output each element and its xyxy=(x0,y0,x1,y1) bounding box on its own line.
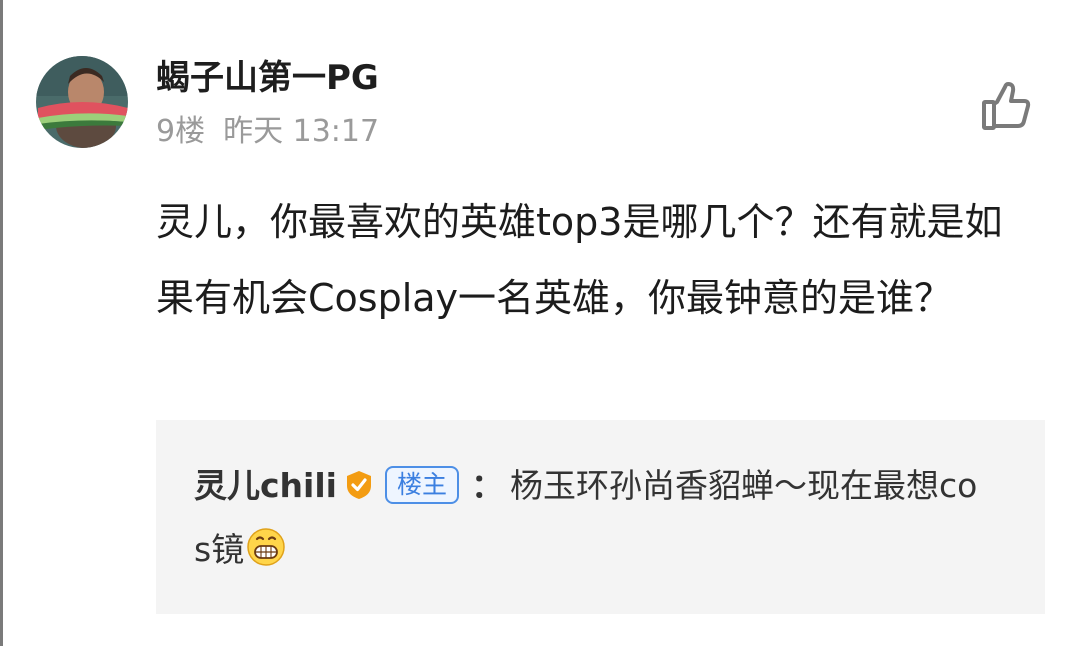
username[interactable]: 蝎子山第一PG xyxy=(156,56,379,100)
reply-colon: ： xyxy=(471,466,505,505)
verified-badge-icon xyxy=(343,469,375,501)
reply-author[interactable]: 灵儿chili xyxy=(194,466,337,505)
grinning-face-emoji-icon xyxy=(246,527,286,567)
thumbs-up-icon xyxy=(982,82,1031,130)
post-timestamp: 昨天 13:17 xyxy=(223,114,380,149)
reply-box[interactable]: 灵儿chili 楼主：杨玉环孙尚香貂蝉～现在最想cos镜 xyxy=(156,420,1045,614)
op-badge: 楼主 xyxy=(385,466,460,504)
floor-number: 9楼 xyxy=(156,114,206,149)
reply-line: 灵儿chili 楼主：杨玉环孙尚香貂蝉～现在最想cos镜 xyxy=(194,454,994,582)
avatar[interactable] xyxy=(36,56,128,148)
window-left-edge xyxy=(0,0,3,646)
post-content: 灵儿，你最喜欢的英雄top3是哪几个？还有就是如果有机会Cosplay一名英雄，… xyxy=(156,200,1003,320)
post-meta: 9楼 昨天 13:17 xyxy=(156,112,379,152)
like-button[interactable] xyxy=(978,80,1034,136)
